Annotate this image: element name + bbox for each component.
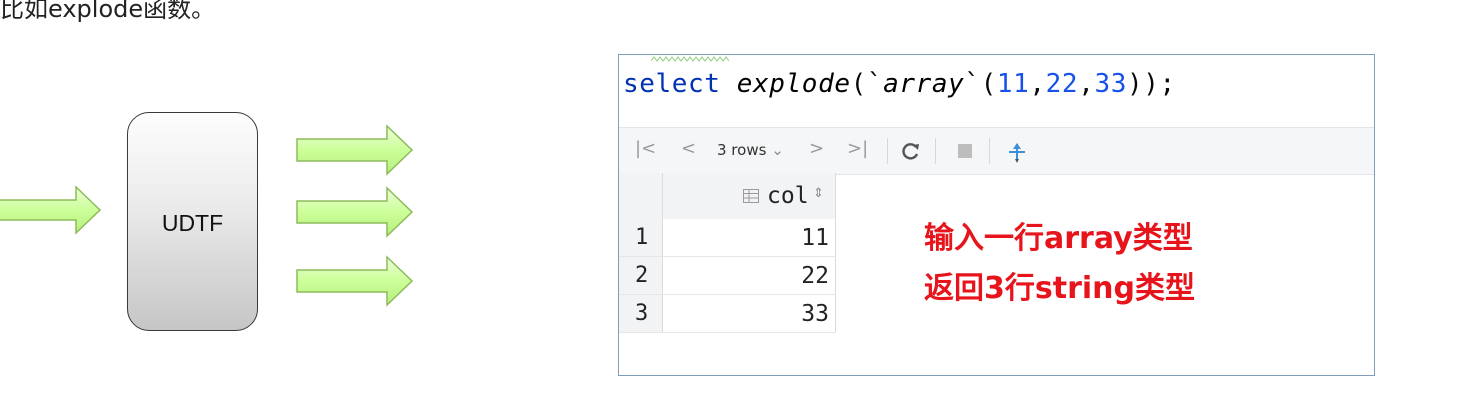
sql-keyword: select bbox=[623, 69, 721, 99]
cell-value[interactable]: 11 bbox=[663, 219, 836, 257]
row-number-header bbox=[619, 173, 663, 219]
rows-label: 3 rows bbox=[717, 141, 767, 159]
input-arrow bbox=[0, 185, 102, 235]
sql-close: )); bbox=[1126, 69, 1176, 99]
sort-icon[interactable]: ⇕ bbox=[813, 186, 824, 201]
sql-array-func: array bbox=[883, 69, 965, 99]
toolbar-divider bbox=[887, 138, 888, 164]
last-page-icon[interactable]: >| bbox=[847, 138, 868, 159]
sql-function: explode bbox=[736, 69, 851, 99]
annotation-output: 返回3行string类型 bbox=[924, 271, 1195, 306]
column-label: col bbox=[767, 183, 809, 209]
result-toolbar: |< < 3 rows ⌄ > >| bbox=[619, 127, 1374, 175]
udtf-label: UDTF bbox=[161, 210, 224, 236]
sql-open: (` bbox=[850, 69, 884, 99]
cell-value[interactable]: 22 bbox=[663, 257, 836, 295]
row-number: 2 bbox=[619, 257, 663, 295]
sql-number-1: 11 bbox=[996, 69, 1030, 99]
first-page-icon[interactable]: |< bbox=[635, 138, 656, 159]
udtf-box: UDTF bbox=[127, 112, 258, 331]
rows-dropdown[interactable]: 3 rows ⌄ bbox=[717, 141, 784, 159]
output-arrow-3 bbox=[296, 255, 414, 307]
udtf-diagram: UDTF bbox=[0, 0, 600, 416]
chevron-down-icon: ⌄ bbox=[771, 141, 784, 159]
output-arrow-2 bbox=[296, 186, 414, 238]
warning-squiggle bbox=[651, 56, 730, 62]
row-number: 1 bbox=[619, 219, 663, 257]
output-arrow-1 bbox=[296, 124, 414, 176]
sql-comma-2: , bbox=[1078, 69, 1095, 99]
sql-mid: `( bbox=[964, 69, 997, 99]
sql-comma-1: , bbox=[1029, 69, 1046, 99]
pin-icon[interactable] bbox=[1005, 140, 1029, 164]
cell-value[interactable]: 33 bbox=[663, 295, 836, 333]
ide-panel: select explode(`array`(11,22,33)); |< < … bbox=[618, 54, 1375, 376]
toolbar-divider bbox=[935, 138, 936, 164]
toolbar-divider bbox=[989, 138, 990, 164]
next-page-icon[interactable]: > bbox=[809, 138, 824, 159]
row-number: 3 bbox=[619, 295, 663, 333]
column-header[interactable]: col ⇕ bbox=[663, 173, 836, 219]
table-row[interactable]: 3 33 bbox=[619, 295, 836, 333]
table-row[interactable]: 1 11 bbox=[619, 219, 836, 257]
refresh-icon[interactable] bbox=[901, 142, 921, 160]
stop-icon[interactable] bbox=[957, 143, 973, 159]
sql-number-2: 22 bbox=[1045, 69, 1079, 99]
annotation-input: 输入一行array类型 bbox=[924, 221, 1193, 256]
sql-statement[interactable]: select explode(`array`(11,22,33)); bbox=[623, 69, 1176, 99]
sql-number-3: 33 bbox=[1094, 69, 1127, 99]
table-row[interactable]: 2 22 bbox=[619, 257, 836, 295]
table-column-icon bbox=[743, 189, 759, 203]
prev-page-icon[interactable]: < bbox=[681, 138, 696, 159]
